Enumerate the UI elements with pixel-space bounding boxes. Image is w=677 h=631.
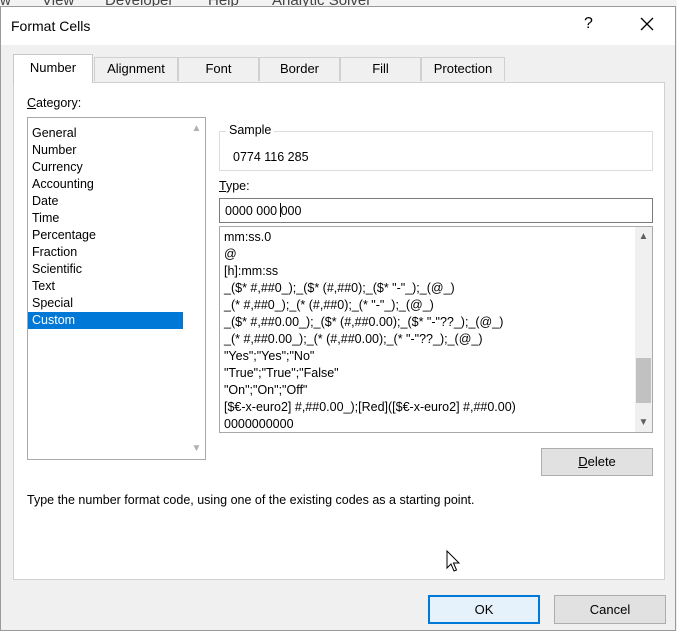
category-item-percentage[interactable]: Percentage [28, 227, 205, 244]
category-scrollbar[interactable]: ▲ ▼ [188, 118, 205, 459]
format-code-item[interactable]: "On";"On";"Off" [220, 382, 652, 399]
format-code-item[interactable]: _($* #,##0.00_);_($* (#,##0.00);_($* "-"… [220, 314, 652, 331]
sample-group: Sample 0774 116 285 [219, 123, 653, 171]
title-bar: Format Cells ? [1, 7, 675, 45]
format-code-item[interactable]: 0000000000 [220, 416, 652, 432]
sample-label: Sample [226, 123, 275, 137]
format-code-item[interactable]: @ [220, 246, 652, 263]
ok-button[interactable]: OK [428, 595, 540, 624]
help-button[interactable]: ? [584, 15, 593, 33]
format-code-item[interactable]: _(* #,##0.00_);_(* (#,##0.00);_(* "-"??_… [220, 331, 652, 348]
type-value-after-caret: 000 [280, 204, 302, 218]
category-item-special[interactable]: Special [28, 295, 205, 312]
format-code-item[interactable]: _(* #,##0_);_(* (#,##0);_(* "-"_);_(@_) [220, 297, 652, 314]
format-code-item[interactable]: [h]:mm:ss [220, 263, 652, 280]
format-code-item[interactable]: mm:ss.0 [220, 229, 652, 246]
delete-label: elete [587, 454, 616, 469]
type-label-text: ype: [225, 179, 250, 193]
delete-accel: D [578, 454, 588, 469]
format-code-item[interactable]: _($* #,##0_);_($* (#,##0);_($* "-"_);_(@… [220, 280, 652, 297]
category-label: Category: [27, 96, 81, 110]
scrollbar-thumb[interactable] [636, 358, 651, 403]
category-label-accel: C [27, 96, 37, 110]
category-item-scientific[interactable]: Scientific [28, 261, 205, 278]
chevron-down-icon[interactable]: ▼ [635, 414, 652, 431]
format-code-item[interactable]: "True";"True";"False" [220, 365, 652, 382]
close-icon[interactable] [639, 16, 655, 32]
number-tab-panel: Category: General Number Currency Accoun… [13, 82, 665, 580]
format-cells-dialog: Format Cells ? Number Alignment Font Bor… [0, 6, 676, 631]
mouse-pointer-icon [446, 550, 461, 572]
dialog-title: Format Cells [11, 18, 91, 34]
category-item-time[interactable]: Time [28, 210, 205, 227]
type-input[interactable]: 0000 000 000 [219, 198, 653, 223]
sample-value: 0774 116 285 [233, 150, 309, 164]
category-item-custom[interactable]: Custom [28, 312, 183, 329]
type-label-accel: T [219, 179, 226, 193]
type-label: Type: [219, 179, 250, 193]
category-item-number[interactable]: Number [28, 142, 205, 159]
tab-alignment[interactable]: Alignment [94, 57, 178, 81]
category-item-date[interactable]: Date [28, 193, 205, 210]
tab-fill[interactable]: Fill [340, 57, 421, 81]
tab-protection[interactable]: Protection [421, 57, 505, 81]
type-value-before-caret: 0000 000 [225, 204, 281, 218]
category-item-accounting[interactable]: Accounting [28, 176, 205, 193]
format-code-item[interactable]: "Yes";"Yes";"No" [220, 348, 652, 365]
chevron-up-icon[interactable]: ▲ [188, 120, 205, 137]
format-code-list[interactable]: mm:ss.0 @ [h]:mm:ss _($* #,##0_);_($* (#… [219, 226, 653, 433]
category-list[interactable]: General Number Currency Accounting Date … [27, 117, 206, 460]
category-item-currency[interactable]: Currency [28, 159, 205, 176]
chevron-up-icon[interactable]: ▲ [635, 228, 652, 245]
tab-font[interactable]: Font [178, 57, 259, 81]
category-item-text[interactable]: Text [28, 278, 205, 295]
category-item-fraction[interactable]: Fraction [28, 244, 205, 261]
category-item-general[interactable]: General [28, 125, 205, 142]
format-list-scrollbar[interactable]: ▲ ▼ [635, 227, 652, 432]
chevron-down-icon[interactable]: ▼ [188, 440, 205, 457]
category-label-text: ategory: [36, 96, 82, 110]
cancel-button[interactable]: Cancel [554, 595, 666, 624]
format-code-item[interactable]: [$€-x-euro2] #,##0.00_);[Red]([$€-x-euro… [220, 399, 652, 416]
tab-border[interactable]: Border [259, 57, 340, 81]
tab-number[interactable]: Number [13, 54, 93, 83]
hint-text: Type the number format code, using one o… [27, 493, 475, 507]
delete-button[interactable]: Delete [541, 448, 653, 476]
